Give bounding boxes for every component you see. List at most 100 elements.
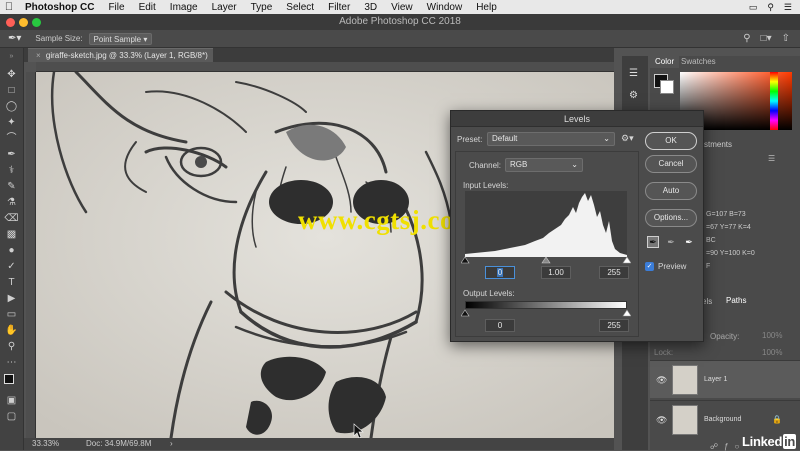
menu-filter[interactable]: Filter — [321, 2, 357, 13]
foreground-color-swatch[interactable] — [4, 374, 14, 384]
vertical-ruler[interactable] — [26, 72, 36, 438]
auto-button[interactable]: Auto — [645, 182, 697, 200]
tab-paths[interactable]: Paths — [722, 296, 750, 305]
histogram — [465, 191, 627, 257]
preset-select[interactable]: Default ⌄ — [487, 132, 615, 146]
layer-name[interactable]: Layer 1 — [704, 376, 727, 383]
zoom-level[interactable]: 33.33% — [32, 438, 59, 450]
output-white-slider[interactable] — [622, 309, 631, 317]
quick-mask-icon[interactable]: ▣ — [3, 394, 20, 407]
info-line: F — [706, 263, 711, 270]
menu-3d[interactable]: 3D — [357, 2, 384, 13]
eraser-tool-icon[interactable]: ⌫ — [3, 212, 20, 225]
close-document-icon[interactable]: × — [36, 51, 41, 60]
menu-layer[interactable]: Layer — [205, 2, 244, 13]
properties-panel-icon[interactable]: ⚙ — [629, 90, 638, 101]
quick-selection-tool-icon[interactable]: ✦ — [3, 116, 20, 129]
preview-checkbox[interactable]: ✓ — [645, 262, 654, 271]
input-white-field[interactable]: 255 — [599, 266, 629, 279]
sample-size-select[interactable]: Point Sample ▾ — [88, 32, 153, 45]
input-black-field[interactable]: 0 — [485, 266, 515, 279]
document-tab[interactable]: × giraffe-sketch.jpg @ 33.3% (Layer 1, R… — [28, 48, 213, 74]
gray-point-eyedropper-icon[interactable]: ✒ — [665, 236, 677, 248]
channel-select[interactable]: RGB ⌄ — [505, 158, 583, 172]
horizontal-ruler[interactable] — [36, 62, 614, 72]
eyedropper-tool-preset-icon[interactable]: ✒▾ — [8, 33, 21, 44]
input-level-sliders[interactable] — [461, 256, 631, 264]
white-point-eyedropper-icon[interactable]: ✒ — [683, 236, 695, 248]
opacity-value[interactable]: 100% — [762, 331, 782, 340]
preset-options-gear-icon[interactable]: ⚙▾ — [621, 133, 634, 144]
pen-tool-icon[interactable]: ✓ — [3, 260, 20, 273]
rectangle-tool-icon[interactable]: ▭ — [3, 308, 20, 321]
menu-view[interactable]: View — [384, 2, 420, 13]
options-button[interactable]: Options... — [645, 209, 697, 227]
menu-list-icon[interactable]: ☰ — [784, 2, 792, 13]
healing-brush-tool-icon[interactable]: ⚕ — [3, 164, 20, 177]
output-white-field[interactable]: 255 — [599, 319, 629, 332]
apple-icon[interactable]:  — [0, 1, 18, 13]
path-selection-tool-icon[interactable]: ▶ — [3, 292, 20, 305]
more-tools-icon[interactable]: ⋯ — [3, 356, 20, 369]
fill-value[interactable]: 100% — [762, 348, 782, 357]
input-black-slider[interactable] — [461, 256, 470, 264]
menu-window[interactable]: Window — [420, 2, 470, 13]
status-menu-chevron-icon[interactable]: › — [170, 438, 173, 450]
search-icon[interactable]: ⚲ — [743, 33, 750, 44]
input-mid-field[interactable]: 1.00 — [541, 266, 571, 279]
menu-select[interactable]: Select — [279, 2, 321, 13]
adjustments-tab-fragment[interactable]: stments — [704, 140, 732, 149]
sample-size-label: Sample Size: — [35, 34, 83, 43]
layer-thumbnail — [672, 405, 698, 435]
menu-edit[interactable]: Edit — [132, 2, 163, 13]
dodge-tool-icon[interactable]: ● — [3, 244, 20, 257]
tab-swatches[interactable]: Swatches — [676, 56, 721, 68]
output-black-field[interactable]: 0 — [485, 319, 515, 332]
zoom-tool-icon[interactable]: ⚲ — [3, 340, 20, 353]
menu-image[interactable]: Image — [163, 2, 205, 13]
gradient-tool-icon[interactable]: ▩ — [3, 228, 20, 241]
layer-name[interactable]: Background — [704, 416, 741, 423]
type-tool-icon[interactable]: T — [3, 276, 20, 289]
input-white-slider[interactable] — [622, 256, 631, 264]
eye-visibility-icon[interactable]: 👁 — [656, 375, 667, 386]
layer-row-background[interactable]: 👁 Background 🔒 — [650, 400, 800, 438]
menu-help[interactable]: Help — [469, 2, 504, 13]
output-black-slider[interactable] — [461, 309, 470, 317]
menu-file[interactable]: File — [101, 2, 131, 13]
clone-stamp-tool-icon[interactable]: ⚗ — [3, 196, 20, 209]
input-mid-slider[interactable] — [541, 256, 551, 264]
move-tool-icon[interactable]: ✥ — [3, 68, 20, 81]
window-titlebar: Adobe Photoshop CC 2018 — [0, 14, 800, 30]
eyedropper-tool-icon[interactable]: ✒ — [3, 148, 20, 161]
output-gradient-bar — [465, 301, 627, 309]
close-window-icon[interactable] — [6, 18, 15, 27]
panel-menu-icon[interactable]: ☰ — [768, 154, 775, 163]
tab-color[interactable]: Color — [650, 56, 680, 68]
eye-visibility-icon[interactable]: 👁 — [656, 415, 667, 426]
minimize-window-icon[interactable] — [19, 18, 28, 27]
chevron-down-icon: ⌄ — [571, 160, 578, 169]
hand-tool-icon[interactable]: ✋ — [3, 324, 20, 337]
share-icon[interactable]: ⇧ — [782, 33, 790, 44]
screen-mode-icon[interactable]: ▢ — [3, 410, 20, 423]
cancel-button[interactable]: Cancel — [645, 155, 697, 173]
layer-row-layer-1[interactable]: 👁 Layer 1 — [650, 360, 800, 398]
black-point-eyedropper-icon[interactable]: ✒ — [647, 236, 659, 248]
marquee-tool-icon[interactable]: □ — [3, 84, 20, 97]
hue-slider[interactable] — [770, 72, 778, 130]
airplay-icon[interactable]: ▭ — [749, 2, 758, 13]
history-panel-icon[interactable]: ☰ — [629, 68, 638, 79]
color-panel-background-swatch[interactable] — [660, 80, 674, 94]
workspace-icon[interactable]: □▾ — [761, 33, 772, 44]
output-level-sliders[interactable] — [461, 309, 631, 317]
zoom-window-icon[interactable] — [32, 18, 41, 27]
lasso-tool-icon[interactable]: ◯ — [3, 100, 20, 113]
brush-tool-icon[interactable]: ✎ — [3, 180, 20, 193]
tools-collapse-icon[interactable]: » — [3, 50, 20, 63]
menu-type[interactable]: Type — [244, 2, 280, 13]
spotlight-search-icon[interactable]: ⚲ — [767, 2, 774, 13]
ok-button[interactable]: OK — [645, 132, 697, 150]
menu-app[interactable]: Photoshop CC — [18, 2, 101, 13]
crop-tool-icon[interactable]: ⌒ — [3, 132, 20, 145]
